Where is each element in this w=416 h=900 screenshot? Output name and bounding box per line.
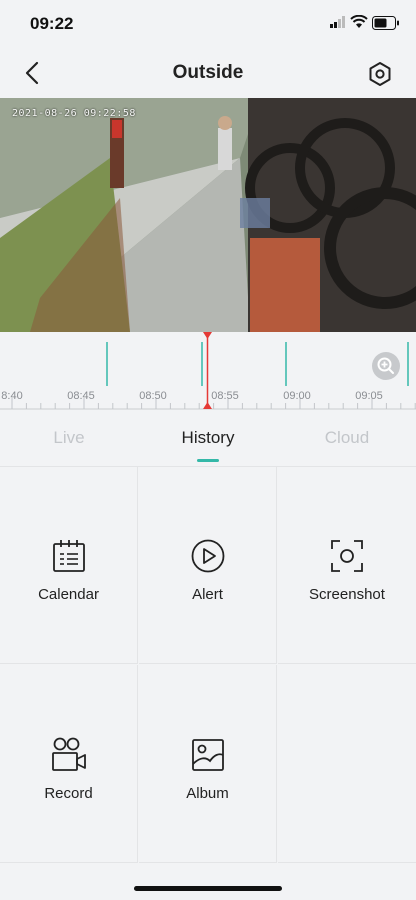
view-tabs: Live History Cloud: [0, 418, 416, 467]
alert-button[interactable]: Alert: [139, 466, 277, 664]
video-frame: [0, 98, 416, 332]
calendar-button[interactable]: Calendar: [0, 466, 138, 664]
screenshot-label: Screenshot: [309, 586, 385, 603]
settings-gear-icon[interactable]: [366, 60, 394, 88]
active-tab-indicator: [197, 459, 219, 462]
record-label: Record: [44, 785, 93, 802]
calendar-label: Calendar: [38, 586, 99, 603]
record-button[interactable]: Record: [0, 665, 138, 863]
timeline-label: 09:05: [355, 390, 383, 402]
screenshot-icon: [331, 540, 363, 572]
camera-video-feed[interactable]: 2021-08-26 09:22:58: [0, 98, 416, 332]
screenshot-button[interactable]: Screenshot: [278, 466, 416, 664]
cellular-signal-icon: [330, 16, 345, 28]
home-indicator[interactable]: [134, 886, 282, 891]
timeline-label: 08:50: [139, 390, 167, 402]
alert-label: Alert: [192, 586, 223, 603]
playhead-bottom-marker: [203, 402, 212, 409]
playhead-top-marker: [203, 332, 212, 339]
page-title: Outside: [172, 62, 244, 83]
tab-live[interactable]: Live: [0, 428, 138, 448]
nav-header: Outside: [0, 48, 416, 98]
status-time: 09:22: [30, 14, 74, 33]
wifi-icon: [350, 15, 368, 28]
timeline-scrubber[interactable]: 8:40 08:45 08:50 08:55 09:00 09:05: [0, 332, 416, 410]
video-timestamp: 2021-08-26 09:22:58: [12, 108, 136, 119]
timeline-track[interactable]: [0, 332, 416, 410]
tab-cloud[interactable]: Cloud: [278, 428, 416, 448]
calendar-icon: [52, 540, 85, 572]
timeline-label: 08:45: [67, 390, 95, 402]
empty-grid-cell: [278, 665, 416, 863]
battery-icon: [372, 16, 399, 30]
timeline-label: 8:40: [1, 390, 23, 402]
tab-history[interactable]: History: [139, 428, 277, 448]
timeline-label: 09:00: [283, 390, 311, 402]
status-bar: 09:22: [0, 0, 416, 48]
play-circle-icon: [191, 539, 224, 573]
album-label: Album: [186, 785, 229, 802]
timeline-label: 08:55: [211, 390, 239, 402]
video-camera-icon: [51, 737, 86, 771]
action-grid: Calendar Alert Screenshot Record Album: [0, 466, 416, 864]
album-button[interactable]: Album: [139, 665, 277, 863]
album-icon: [191, 739, 224, 771]
zoom-in-icon[interactable]: [372, 352, 400, 380]
